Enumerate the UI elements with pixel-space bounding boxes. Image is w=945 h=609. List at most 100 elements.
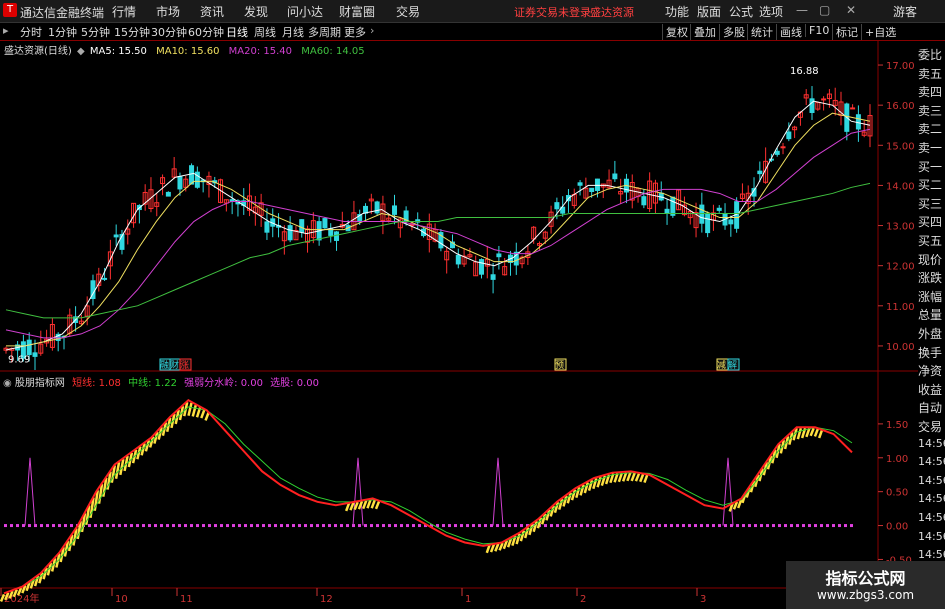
event-marker-label: 财	[170, 359, 179, 371]
period-tab-60min[interactable]: 60分钟	[188, 24, 224, 40]
divide-line-dot	[202, 524, 205, 528]
candle-body	[664, 208, 670, 214]
menu-markets[interactable]: 市场	[156, 3, 180, 20]
guest-button[interactable]: 游客	[893, 3, 917, 20]
divide-line-dot	[418, 524, 421, 528]
divide-line-dot	[508, 524, 511, 528]
restore-icon[interactable]: ▢	[819, 3, 830, 17]
candle-body	[299, 219, 305, 233]
divide-line-dot	[364, 524, 367, 528]
divide-line-dot	[28, 524, 31, 528]
watermark-title: 指标公式网	[825, 569, 906, 588]
toolbar-back-icon[interactable]: ▸	[3, 24, 9, 37]
select-signal-spike	[492, 457, 504, 526]
divide-line-dot	[664, 524, 667, 528]
multi-stock-button[interactable]: 多股	[719, 24, 745, 40]
strength-bar	[796, 427, 803, 440]
divide-line-dot	[358, 524, 361, 528]
candle-body	[774, 150, 780, 155]
menu-ask[interactable]: 问小达	[287, 3, 323, 20]
divide-line-dot	[274, 524, 277, 528]
candle-body	[264, 221, 270, 233]
strength-bar	[809, 427, 815, 437]
period-tab-multi[interactable]: 多周期	[308, 24, 341, 40]
menu-function[interactable]: 功能	[665, 3, 689, 20]
strength-bar	[374, 501, 381, 510]
price-tick-label: 15.00	[886, 141, 915, 152]
period-tab-1min[interactable]: 1分钟	[48, 24, 77, 40]
period-tab-30min[interactable]: 30分钟	[151, 24, 187, 40]
draw-line-button[interactable]: 画线	[776, 24, 802, 40]
strength-bar	[498, 542, 504, 551]
divide-line-dot	[184, 524, 187, 528]
period-tab-15min[interactable]: 15分钟	[114, 24, 150, 40]
period-toolbar: ▸ 分时 1分钟 5分钟 15分钟 30分钟 60分钟 日线 周线 月线 多周期…	[0, 23, 945, 41]
chart-area[interactable]: 17.0016.0015.0014.0013.0012.0011.0010.00…	[0, 41, 918, 609]
menu-layout[interactable]: 版面	[697, 3, 721, 20]
divide-line-dot	[652, 524, 655, 528]
candle-body	[577, 182, 583, 186]
menu-news[interactable]: 资讯	[200, 3, 224, 20]
divide-line-dot	[838, 524, 841, 528]
divide-line-dot	[142, 524, 145, 528]
divide-line-dot	[304, 524, 307, 528]
divide-line-dot	[646, 524, 649, 528]
divide-line-dot	[10, 524, 13, 528]
divide-line-dot	[640, 524, 643, 528]
login-notice[interactable]: 证券交易未登录	[514, 4, 591, 20]
event-marker-label: 减	[717, 359, 726, 371]
add-watchlist-button[interactable]: +自选	[861, 24, 896, 40]
chevron-right-icon[interactable]: ›	[370, 24, 374, 37]
menu-trade[interactable]: 交易	[396, 3, 420, 20]
menu-options[interactable]: 选项	[759, 3, 783, 20]
quote-item: 卖五	[918, 66, 943, 81]
divide-line-dot	[814, 524, 817, 528]
divide-line-dot	[106, 524, 109, 528]
divide-line-dot	[250, 524, 253, 528]
divide-line-dot	[226, 524, 229, 528]
low-price-label: 9.69	[8, 354, 30, 365]
candle-body	[392, 205, 398, 215]
period-tab-more[interactable]: 更多	[344, 24, 366, 40]
overlay-button[interactable]: 叠加	[690, 24, 716, 40]
period-tab-weekly[interactable]: 周线	[254, 24, 276, 40]
menu-market[interactable]: 行情	[112, 3, 136, 20]
divide-line-dot	[754, 524, 757, 528]
divide-line-dot	[40, 524, 43, 528]
divide-line-dot	[286, 524, 289, 528]
candle-body	[478, 259, 484, 275]
close-icon[interactable]: ✕	[846, 3, 856, 17]
menu-formula[interactable]: 公式	[729, 3, 753, 20]
divide-line-dot	[484, 524, 487, 528]
event-marker-label: 融	[160, 360, 169, 371]
divide-line-dot	[772, 524, 775, 528]
period-tab-monthly[interactable]: 月线	[282, 24, 304, 40]
divide-line-dot	[760, 524, 763, 528]
divide-line-dot	[766, 524, 769, 528]
stats-button[interactable]: 统计	[747, 24, 773, 40]
menu-discover[interactable]: 发现	[244, 3, 268, 20]
minimize-icon[interactable]: —	[796, 3, 808, 17]
divide-line-dot	[658, 524, 661, 528]
date-label: 1	[465, 594, 471, 605]
divide-line-dot	[406, 524, 409, 528]
divide-line-dot	[388, 524, 391, 528]
price-tick-label: 17.00	[886, 61, 915, 72]
period-tab-5min[interactable]: 5分钟	[81, 24, 110, 40]
period-tab-intraday[interactable]: 分时	[20, 24, 42, 40]
divide-line-dot	[544, 524, 547, 528]
divide-line-dot	[124, 524, 127, 528]
period-tab-daily[interactable]: 日线	[226, 24, 248, 40]
menu-wealth[interactable]: 财富圈	[339, 3, 375, 20]
f10-button[interactable]: F10	[805, 24, 829, 37]
divide-line-dot	[172, 524, 175, 528]
candle-body	[490, 274, 496, 280]
strength-bar	[639, 473, 645, 483]
strength-bar	[643, 473, 649, 483]
divide-line-dot	[4, 524, 7, 528]
divide-line-dot	[262, 524, 265, 528]
strength-bar	[575, 486, 581, 499]
stock-link[interactable]: 盛达资源	[590, 4, 634, 20]
adjust-button[interactable]: 复权	[662, 24, 688, 40]
mark-button[interactable]: 标记	[832, 24, 858, 40]
